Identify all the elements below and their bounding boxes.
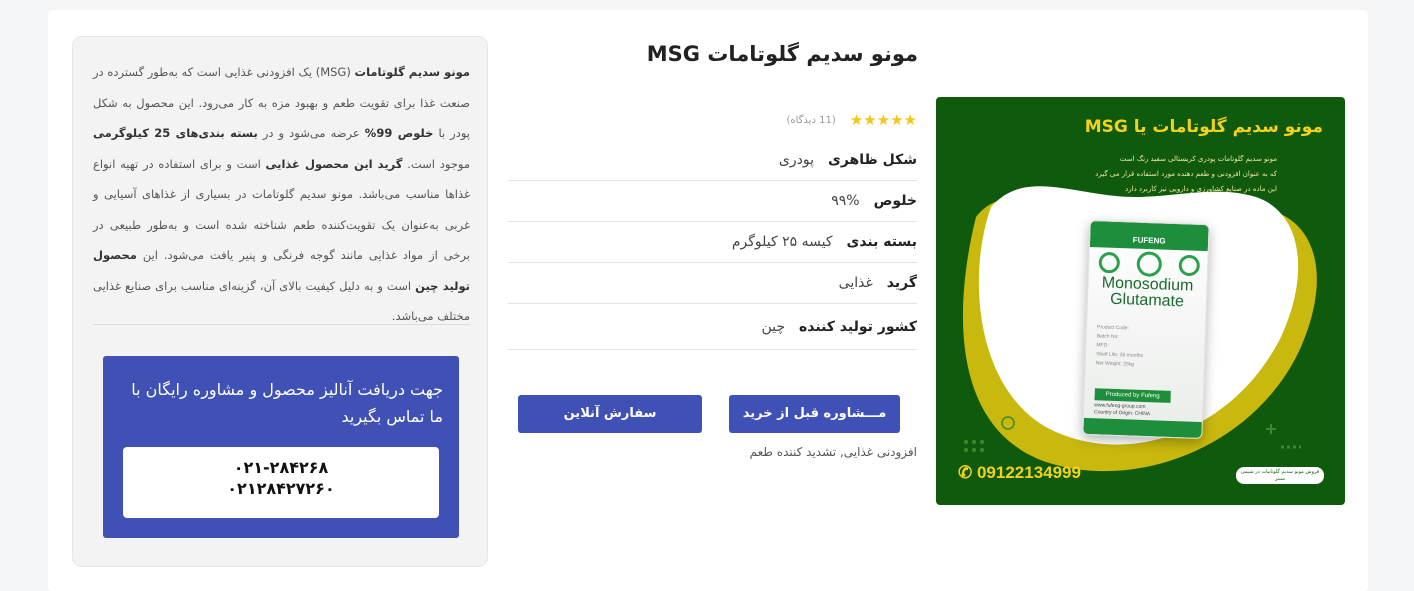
spec-value: ۹۹% bbox=[831, 193, 860, 209]
spec-label: گرید bbox=[886, 275, 917, 291]
spec-value: غذایی bbox=[838, 275, 873, 291]
contact-box: جهت دریافت آنالیز محصول و مشاوره رایگان … bbox=[103, 356, 459, 538]
spec-row: کشور تولید کننده چین bbox=[508, 304, 917, 350]
product-rating[interactable]: ★★★★★ (11 دیدگاه) bbox=[700, 110, 917, 130]
product-description: مونو سدیم گلوتامات (MSG) یک افزودنی غذای… bbox=[93, 65, 471, 323]
image-title: مونو سدیم گلوتامات یا MSG bbox=[1084, 117, 1323, 137]
phone-number[interactable]: ۰۲۱۲۸۴۲۷۲۶۰ bbox=[123, 478, 439, 499]
spec-row: گرید غذایی bbox=[508, 263, 917, 304]
spec-label: کشور تولید کننده bbox=[799, 318, 917, 335]
review-count[interactable]: (11 دیدگاه) bbox=[786, 115, 835, 126]
spec-value: کیسه ۲۵ کیلوگرم bbox=[731, 234, 833, 250]
product-image[interactable]: مونو سدیم گلوتامات یا MSG مونو سدیم گلوت… bbox=[936, 97, 1345, 505]
spec-label: شکل ظاهری bbox=[828, 152, 917, 168]
product-title: مونو سدیم گلوتامات MSG bbox=[646, 42, 918, 66]
product-tags[interactable]: افزودنی غذایی, تشدید کننده طعم bbox=[508, 445, 917, 459]
consult-before-purchase-button[interactable]: مـــشاوره قبل از خرید bbox=[729, 395, 900, 433]
spec-value: چین bbox=[761, 318, 785, 335]
description-panel: مونو سدیم گلوتامات (MSG) یک افزودنی غذای… bbox=[72, 36, 488, 567]
spec-row: شکل ظاهری پودری bbox=[508, 140, 917, 181]
image-badge: فروش مونو سدیم گلوتامات در شیمی سنتز bbox=[1236, 467, 1324, 484]
contact-heading: جهت دریافت آنالیز محصول و مشاوره رایگان … bbox=[131, 380, 443, 426]
spec-row: خلوص ۹۹% bbox=[508, 181, 917, 222]
divider bbox=[93, 324, 470, 325]
image-description: مونو سدیم گلوتامات پودری کریستالی سفید ر… bbox=[1095, 155, 1277, 193]
product-bag-photo: FUFENG Monosodium Glutamate Product Code:… bbox=[1082, 219, 1210, 440]
image-phone: ✆ 09122134999 bbox=[958, 463, 1081, 482]
phone-number[interactable]: ۰۲۱-۲۸۴۲۶۸ bbox=[123, 457, 439, 478]
spec-table: شکل ظاهری پودری خلوص ۹۹% بسته بندی کیسه … bbox=[508, 140, 917, 350]
spec-value: پودری bbox=[778, 152, 815, 168]
spec-label: بسته بندی bbox=[846, 234, 917, 250]
rating-stars-icon: ★★★★★ bbox=[849, 111, 917, 129]
spec-row: بسته بندی کیسه ۲۵ کیلوگرم bbox=[508, 222, 917, 263]
online-order-button[interactable]: سفارش آنلاین bbox=[518, 395, 702, 433]
spec-label: خلوص bbox=[873, 193, 917, 209]
contact-phones: ۰۲۱-۲۸۴۲۶۸ ۰۲۱۲۸۴۲۷۲۶۰ bbox=[123, 447, 439, 518]
